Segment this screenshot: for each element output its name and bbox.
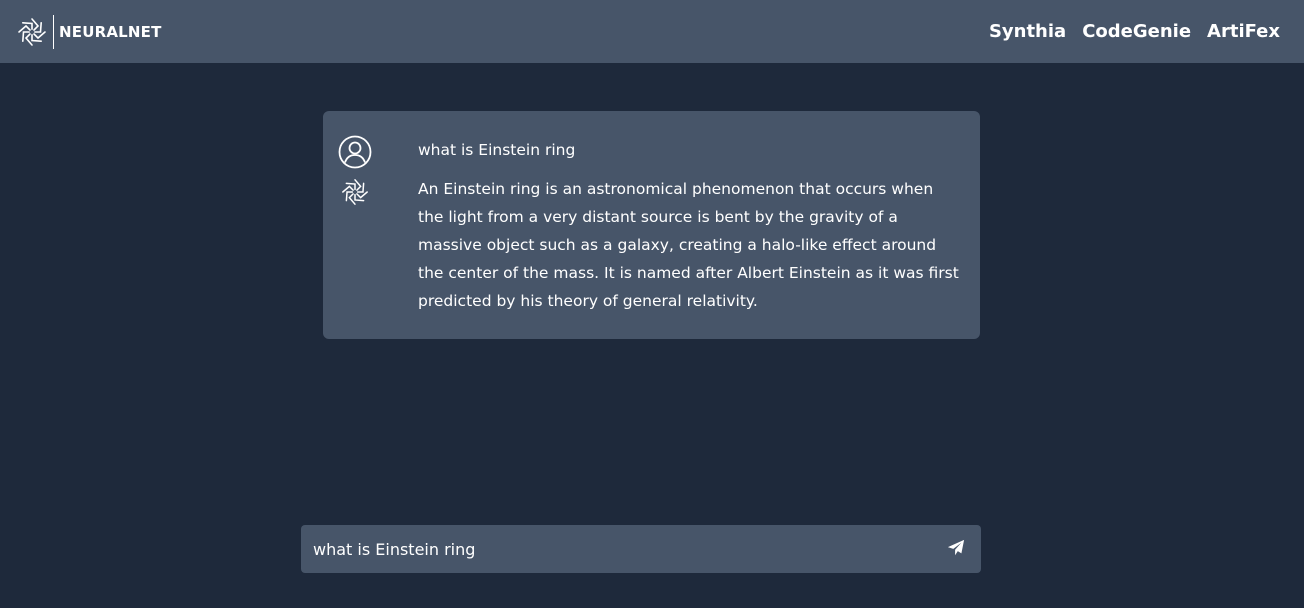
user-message-text: what is Einstein ring [418,141,576,159]
top-navbar: NEURALNET Synthia CodeGenie ArtiFex [0,0,1304,63]
brand-divider [53,14,54,49]
nav-link-synthia[interactable]: Synthia [989,21,1066,42]
user-message: what is Einstein ring [323,135,980,169]
bot-message-text: An Einstein ring is an astronomical phen… [418,180,959,310]
paper-plane-icon [947,539,965,560]
user-circle-icon [338,135,372,169]
main-nav: Synthia CodeGenie ArtiFex [989,21,1280,42]
nav-link-artifex[interactable]: ArtiFex [1207,21,1280,42]
bot-message: An Einstein ring is an astronomical phen… [323,175,980,325]
conversation-card: what is Einstein ring An Einstein ring i… [323,111,980,339]
nav-link-codegenie[interactable]: CodeGenie [1082,21,1191,42]
neuralnet-logo-icon [16,16,48,48]
send-button[interactable] [937,525,981,573]
message-input[interactable] [301,525,937,573]
brand-name: NEURALNET [59,22,162,41]
brand[interactable]: NEURALNET [16,14,162,50]
message-composer [301,525,981,573]
neuralnet-swirl-icon [338,175,372,209]
